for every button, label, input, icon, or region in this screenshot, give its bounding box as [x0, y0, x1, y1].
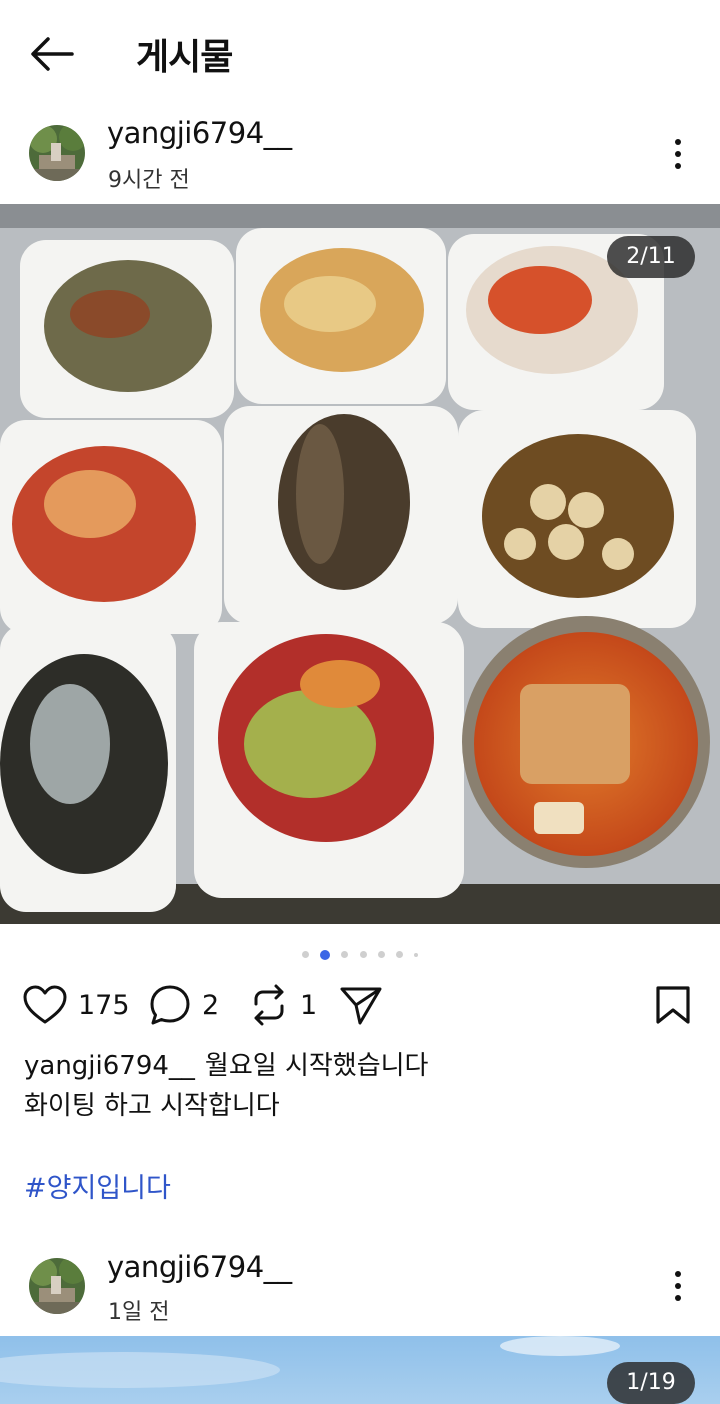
food-photo	[0, 204, 720, 924]
post-username[interactable]: yangji6794__	[107, 116, 292, 150]
post-actions: 175 2 1	[0, 980, 720, 1030]
avatar[interactable]	[29, 125, 85, 181]
post-username[interactable]: yangji6794__	[107, 1250, 292, 1284]
post-header: yangji6794__ 9시간 전	[0, 104, 720, 204]
carousel-indicator	[0, 944, 720, 960]
carousel-dot	[302, 951, 310, 958]
post-header: yangji6794__ 1일 전	[0, 1236, 720, 1336]
more-options-button[interactable]	[660, 134, 696, 174]
post-photo[interactable]: 2/11	[0, 204, 720, 924]
like-button[interactable]: 175	[22, 980, 130, 1030]
page-title: 게시물	[136, 37, 233, 78]
post-time: 9시간 전	[108, 168, 190, 193]
back-button[interactable]	[28, 34, 76, 74]
repost-icon	[254, 984, 284, 1026]
image-counter: 2/11	[607, 236, 695, 278]
app-header: 게시물	[0, 0, 720, 104]
heart-icon	[23, 985, 67, 1024]
comment-button[interactable]: 2	[148, 980, 219, 1030]
bookmark-icon	[656, 986, 690, 1024]
like-count: 175	[78, 989, 130, 1021]
post-caption: yangji6794__ 월요일 시작했습니다 화이팅 하고 시작합니다	[24, 1046, 704, 1126]
more-vert-icon	[675, 139, 681, 169]
caption-username[interactable]: yangji6794__	[24, 1051, 195, 1081]
bookmark-button[interactable]	[654, 980, 692, 1030]
hashtag-link[interactable]: #양지입니다	[24, 1166, 171, 1205]
more-options-button[interactable]	[660, 1266, 696, 1306]
avatar[interactable]	[29, 1258, 85, 1314]
share-button[interactable]	[338, 980, 384, 1030]
share-icon	[340, 987, 382, 1025]
more-vert-icon	[675, 1271, 681, 1301]
carousel-dot	[359, 951, 367, 958]
post-time: 1일 전	[108, 1300, 170, 1325]
carousel-dot-active	[320, 949, 331, 960]
carousel-dot	[377, 951, 385, 958]
carousel-dot	[413, 952, 418, 957]
repost-count: 1	[300, 989, 318, 1021]
caption-text: 월요일 시작했습니다	[204, 1051, 429, 1081]
comment-count: 2	[202, 989, 220, 1021]
caption-text-line2: 화이팅 하고 시작합니다	[24, 1091, 280, 1121]
post-photo[interactable]: 1/19	[0, 1336, 720, 1404]
back-arrow-icon	[31, 37, 74, 71]
image-counter: 1/19	[607, 1362, 695, 1404]
carousel-dot	[395, 951, 403, 958]
repost-button[interactable]: 1	[248, 980, 317, 1030]
comment-icon	[150, 985, 190, 1025]
carousel-dot	[341, 951, 349, 958]
